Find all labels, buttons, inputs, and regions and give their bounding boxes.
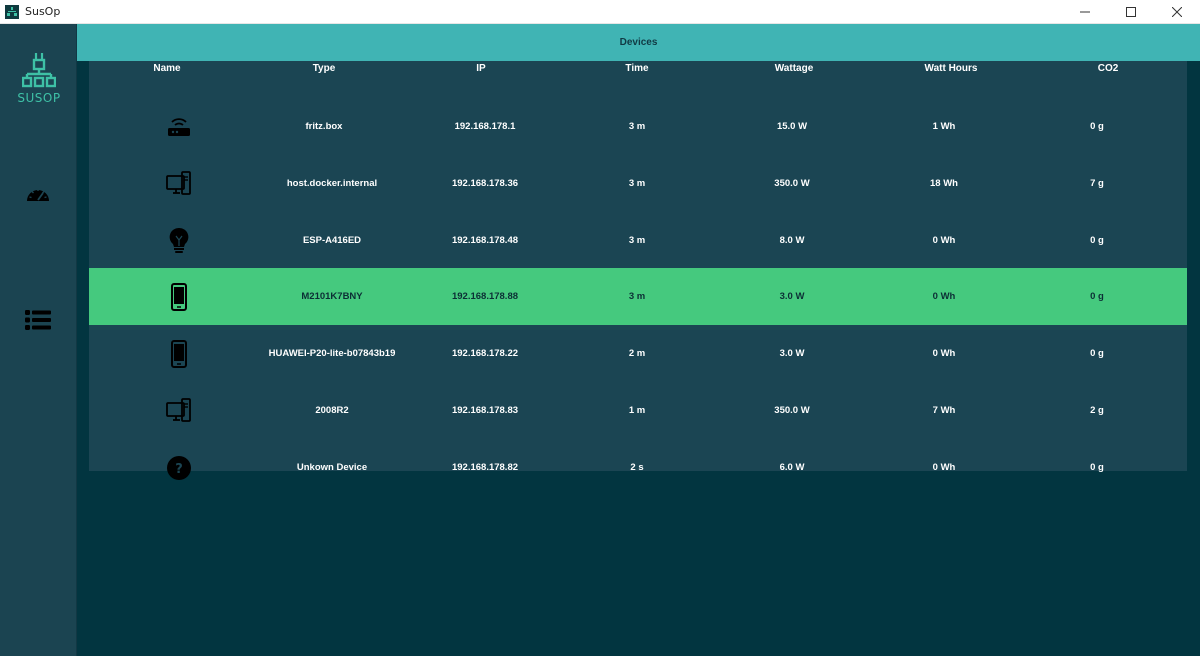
maximize-icon xyxy=(1126,7,1136,17)
device-co2: 0 g xyxy=(1090,291,1104,302)
device-time: 3 m xyxy=(628,235,646,246)
column-header-name[interactable]: Name xyxy=(153,63,180,74)
device-ip: 192.168.178.82 xyxy=(451,462,519,473)
question-icon: ? xyxy=(164,439,194,496)
device-wattage: 6.0 W xyxy=(779,462,805,473)
susop-logo[interactable]: SUSOP xyxy=(17,50,61,106)
maximize-button[interactable] xyxy=(1108,0,1154,24)
device-time: 1 m xyxy=(628,405,646,416)
device-type: ESP-A416ED xyxy=(302,235,362,246)
table-row[interactable]: ? Unkown Device 192.168.178.82 2 s 6.0 W… xyxy=(89,439,1187,480)
device-wattage: 350.0 W xyxy=(774,405,810,416)
table-row[interactable]: fritz.box 192.168.178.1 3 m 15.0 W 1 Wh … xyxy=(89,98,1187,155)
app-logo-icon xyxy=(5,4,19,19)
device-type: M2101K7BNY xyxy=(301,291,363,302)
sidebar-item-dashboard[interactable] xyxy=(22,180,54,208)
device-wattage: 8.0 W xyxy=(779,235,805,246)
device-time: 3 m xyxy=(628,121,646,132)
column-header-co2[interactable]: CO2 xyxy=(1098,63,1119,74)
column-header-time[interactable]: Time xyxy=(625,63,648,74)
svg-text:?: ? xyxy=(175,462,183,477)
page-title: Devices xyxy=(619,37,658,48)
device-co2: 0 g xyxy=(1090,348,1104,359)
close-button[interactable] xyxy=(1154,0,1200,24)
column-header-watt-hours[interactable]: Watt Hours xyxy=(925,63,978,74)
table-header: Name Type IP Time Wattage Watt Hours CO2 xyxy=(89,61,1187,77)
network-logo-icon xyxy=(22,53,56,88)
desktop-icon xyxy=(164,382,194,439)
window-title: SusOp xyxy=(25,5,61,18)
device-type: 2008R2 xyxy=(315,405,349,416)
table-row[interactable]: HUAWEI-P20-lite-b07843b19 192.168.178.22… xyxy=(89,325,1187,382)
device-ip: 192.168.178.22 xyxy=(451,348,519,359)
table-row[interactable]: host.docker.internal 192.168.178.36 3 m … xyxy=(89,155,1187,212)
device-ip: 192.168.178.36 xyxy=(451,178,519,189)
speedometer-icon xyxy=(27,189,49,201)
device-watt-hours: 1 Wh xyxy=(932,121,956,132)
title-bar: SusOp xyxy=(0,0,1200,24)
device-co2: 2 g xyxy=(1090,405,1104,416)
device-co2: 0 g xyxy=(1090,235,1104,246)
device-time: 3 m xyxy=(628,178,646,189)
device-watt-hours: 0 Wh xyxy=(932,291,956,302)
device-watt-hours: 18 Wh xyxy=(930,178,958,189)
minimize-icon xyxy=(1080,11,1090,13)
device-time: 2 s xyxy=(630,462,644,473)
devices-table: Name Type IP Time Wattage Watt Hours CO2… xyxy=(89,61,1187,480)
column-header-ip[interactable]: IP xyxy=(476,63,485,74)
device-time: 3 m xyxy=(628,291,646,302)
device-ip: 192.168.178.1 xyxy=(454,121,516,132)
table-row[interactable]: 2008R2 192.168.178.83 1 m 350.0 W 7 Wh 2… xyxy=(89,382,1187,439)
devices-header: Devices xyxy=(77,24,1200,61)
device-watt-hours: 0 Wh xyxy=(932,235,956,246)
phone-icon xyxy=(164,325,194,382)
table-row[interactable]: ESP-A416ED 192.168.178.48 3 m 8.0 W 0 Wh… xyxy=(89,212,1187,269)
table-row-selected[interactable]: M2101K7BNY 192.168.178.88 3 m 3.0 W 0 Wh… xyxy=(89,268,1187,325)
device-watt-hours: 0 Wh xyxy=(932,462,956,473)
device-type: host.docker.internal xyxy=(286,178,378,189)
device-watt-hours: 0 Wh xyxy=(932,348,956,359)
device-watt-hours: 7 Wh xyxy=(932,405,956,416)
logo-text: SUSOP xyxy=(17,91,61,105)
device-wattage: 15.0 W xyxy=(776,121,808,132)
device-wattage: 3.0 W xyxy=(779,291,805,302)
device-type: HUAWEI-P20-lite-b07843b19 xyxy=(268,348,396,359)
lightbulb-icon xyxy=(164,212,194,269)
device-ip: 192.168.178.88 xyxy=(451,291,519,302)
minimize-button[interactable] xyxy=(1062,0,1108,24)
phone-icon xyxy=(164,268,194,325)
sidebar-item-devices[interactable] xyxy=(22,306,54,334)
device-ip: 192.168.178.83 xyxy=(451,405,519,416)
device-type: Unkown Device xyxy=(296,462,368,473)
device-co2: 0 g xyxy=(1090,121,1104,132)
column-header-type[interactable]: Type xyxy=(313,63,336,74)
close-icon xyxy=(1172,7,1182,17)
list-icon xyxy=(25,310,51,330)
column-header-wattage[interactable]: Wattage xyxy=(775,63,814,74)
device-co2: 7 g xyxy=(1090,178,1104,189)
device-time: 2 m xyxy=(628,348,646,359)
router-icon xyxy=(164,98,194,155)
sidebar: SUSOP xyxy=(0,24,77,656)
device-wattage: 350.0 W xyxy=(774,178,810,189)
desktop-icon xyxy=(164,155,194,212)
device-type: fritz.box xyxy=(305,121,343,132)
device-wattage: 3.0 W xyxy=(779,348,805,359)
app-window: SUSOP Devices Name Type IP Time Wattage … xyxy=(0,24,1200,656)
device-ip: 192.168.178.48 xyxy=(451,235,519,246)
device-co2: 0 g xyxy=(1090,462,1104,473)
